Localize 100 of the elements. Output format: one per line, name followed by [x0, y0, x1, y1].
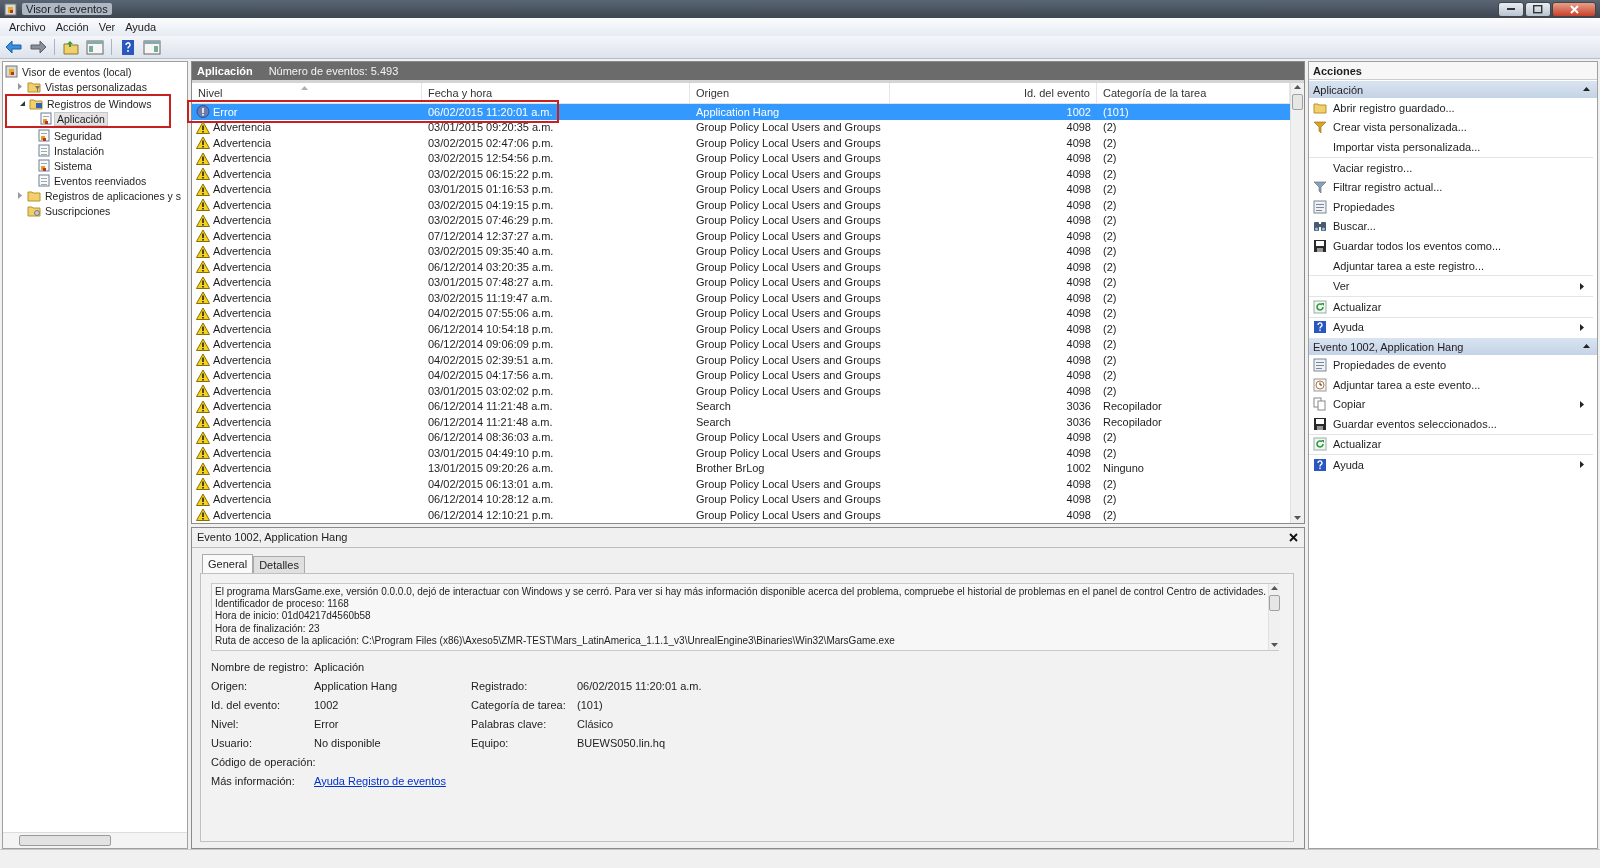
table-row[interactable]: Advertencia 06/12/2014 12:10:21 p.m. Group Policy Local Users and Groups 4098 (2) [192, 507, 1290, 523]
tree-item[interactable]: Aplicación [54, 111, 108, 126]
action-item[interactable]: Guardar eventos seleccionados... [1309, 413, 1593, 434]
table-row[interactable]: Advertencia 06/12/2014 03:20:35 a.m. Group Policy Local Users and Groups 4098 (2) [192, 259, 1290, 275]
table-cell-text: Group Policy Local Users and Groups [695, 276, 882, 289]
table-row[interactable]: Advertencia 06/12/2014 11:21:48 a.m. Search 3036 Recopilador [192, 414, 1290, 430]
help-link[interactable]: Ayuda Registro de eventos [314, 774, 446, 787]
table-row[interactable]: Advertencia 06/12/2014 08:36:03 a.m. Group Policy Local Users and Groups 4098 (2) [192, 429, 1290, 445]
action-item[interactable]: Adjuntar tarea a este evento... [1309, 374, 1593, 395]
action-item[interactable]: Importar vista personalizada... [1309, 137, 1593, 157]
action-item[interactable]: Copiar [1309, 394, 1593, 414]
tree-item[interactable]: Sistema [52, 159, 94, 172]
table-cell: Advertencia [213, 415, 272, 428]
table-row[interactable]: Advertencia 03/01/2015 09:20:35 a.m. Group Policy Local Users and Groups 4098 (2) [192, 119, 1290, 135]
table-row[interactable]: Advertencia 03/02/2015 12:54:56 p.m. Group Policy Local Users and Groups 4098 (2) [192, 150, 1290, 166]
table-cell-text: (2) [1102, 167, 1118, 180]
table-row[interactable]: Advertencia 03/02/2015 02:47:06 p.m. Group Policy Local Users and Groups 4098 (2) [192, 135, 1290, 151]
table-row[interactable]: Advertencia 06/12/2014 10:54:18 p.m. Group Policy Local Users and Groups 4098 (2) [192, 321, 1290, 337]
table-row[interactable]: Advertencia 03/02/2015 04:19:15 p.m. Group Policy Local Users and Groups 4098 (2) [192, 197, 1290, 213]
folder-button[interactable] [61, 38, 81, 56]
tab[interactable]: General [202, 553, 254, 573]
menu-item[interactable]: Ayuda [120, 21, 162, 33]
action-item[interactable]: Buscar... [1309, 216, 1593, 237]
minimize-button[interactable] [1498, 1, 1524, 17]
tree-item[interactable]: Seguridad [52, 129, 104, 142]
close-button[interactable] [1552, 1, 1596, 17]
help-icon [1313, 320, 1327, 335]
table-row[interactable]: Advertencia 04/02/2015 06:13:01 a.m. Group Policy Local Users and Groups 4098 (2) [192, 476, 1290, 492]
menu-item[interactable]: Acción [50, 21, 94, 33]
scrollbar[interactable] [1268, 583, 1281, 650]
table-row[interactable]: Advertencia 06/12/2014 09:06:09 p.m. Group Policy Local Users and Groups 4098 (2) [192, 336, 1290, 352]
log-viewer-icon [4, 2, 17, 16]
tree-item[interactable]: Registros de aplicaciones y s [43, 189, 183, 202]
scroll-thumb[interactable] [1292, 94, 1303, 110]
tree-item[interactable]: Instalación [52, 144, 107, 157]
pane-toggle-button[interactable] [85, 38, 105, 56]
folder-icon [1313, 101, 1327, 115]
table-cell-text: (2) [1102, 431, 1118, 444]
properties-icon [1313, 357, 1327, 372]
action-item[interactable]: Ayuda [1309, 316, 1593, 338]
action-item[interactable]: Guardar todos los eventos como... [1309, 236, 1593, 256]
section-header[interactable]: Evento 1002, Application Hang [1309, 338, 1597, 356]
close-button[interactable] [1287, 531, 1299, 543]
pane-toggle-button[interactable] [142, 38, 162, 56]
action-item[interactable]: Crear vista personalizada... [1309, 117, 1593, 138]
log-icon [38, 129, 50, 142]
column-header[interactable]: Id. del evento [890, 83, 1097, 103]
table-row[interactable]: Advertencia 13/01/2015 09:20:26 a.m. Brother BrLog 1002 Ninguno [192, 460, 1290, 476]
warning-icon [196, 306, 210, 320]
table-row[interactable]: Advertencia 03/01/2015 01:16:53 p.m. Group Policy Local Users and Groups 4098 (2) [192, 181, 1290, 197]
scroll-thumb[interactable] [1269, 594, 1281, 611]
scrollbar[interactable] [3, 832, 187, 848]
menu-item[interactable]: Archivo [4, 21, 51, 33]
table-cell-text: 4098 [1065, 477, 1092, 490]
copy-icon [1313, 397, 1327, 412]
tab[interactable]: Detalles [253, 555, 305, 573]
action-item[interactable]: Ayuda [1309, 454, 1593, 475]
action-item[interactable]: Filtrar registro actual... [1309, 177, 1593, 197]
action-item[interactable]: Abrir registro guardado... [1309, 98, 1593, 118]
warning-icon [196, 229, 210, 243]
forward-button[interactable] [28, 38, 48, 56]
tree-item[interactable]: Vistas personalizadas [43, 80, 149, 93]
back-button[interactable] [4, 38, 24, 56]
table-row[interactable]: Advertencia 03/01/2015 03:02:02 p.m. Group Policy Local Users and Groups 4098 (2) [192, 383, 1290, 399]
table-row[interactable]: Advertencia 03/02/2015 07:46:29 p.m. Group Policy Local Users and Groups 4098 (2) [192, 212, 1290, 228]
tree-item[interactable]: Eventos reenviados [52, 174, 149, 187]
tree-item[interactable]: Suscripciones [43, 204, 113, 217]
tree-item[interactable]: Visor de eventos (local) [20, 65, 134, 78]
refresh-icon [1313, 437, 1327, 452]
table-row[interactable]: Advertencia 03/02/2015 11:19:47 a.m. Group Policy Local Users and Groups 4098 (2) [192, 290, 1290, 306]
maximize-button[interactable] [1525, 1, 1551, 17]
action-item[interactable]: Adjuntar tarea a este registro... [1309, 255, 1593, 276]
scrollbar[interactable] [1290, 83, 1304, 523]
column-header[interactable]: Fecha y hora [422, 83, 690, 103]
action-item[interactable]: Propiedades [1309, 196, 1593, 217]
table-row[interactable]: Advertencia 03/01/2015 04:49:10 p.m. Group Policy Local Users and Groups 4098 (2) [192, 445, 1290, 461]
warning-icon [196, 399, 210, 413]
table-row[interactable]: Advertencia 03/02/2015 06:15:22 p.m. Group Policy Local Users and Groups 4098 (2) [192, 166, 1290, 182]
table-cell-text: 04/02/2015 04:17:56 a.m. [427, 369, 555, 382]
table-row[interactable]: Advertencia 04/02/2015 07:55:06 a.m. Group Policy Local Users and Groups 4098 (2) [192, 305, 1290, 321]
table-cell-text: (2) [1102, 291, 1118, 304]
column-header[interactable]: Nivel [192, 83, 422, 103]
action-item[interactable]: Ver [1309, 275, 1593, 296]
action-item[interactable]: Vaciar registro... [1309, 156, 1593, 178]
table-row[interactable]: Advertencia 07/12/2014 12:37:27 a.m. Group Policy Local Users and Groups 4098 (2) [192, 228, 1290, 244]
field-label: Categoría de tarea: [471, 698, 567, 711]
column-header[interactable]: Origen [690, 83, 890, 103]
table-row[interactable]: Advertencia 06/12/2014 11:21:48 a.m. Search 3036 Recopilador [192, 398, 1290, 414]
tree-item[interactable]: Registros de Windows [45, 97, 154, 110]
table-row[interactable]: Advertencia 03/01/2015 07:48:27 a.m. Group Policy Local Users and Groups 4098 (2) [192, 274, 1290, 290]
table-cell-text: 4098 [1065, 229, 1092, 242]
table-row[interactable]: Advertencia 03/02/2015 09:35:40 a.m. Group Policy Local Users and Groups 4098 (2) [192, 243, 1290, 259]
table-row[interactable]: Advertencia 06/12/2014 10:28:12 a.m. Group Policy Local Users and Groups 4098 (2) [192, 491, 1290, 507]
table-row[interactable]: Advertencia 04/02/2015 04:17:56 a.m. Group Policy Local Users and Groups 4098 (2) [192, 367, 1290, 383]
section-header[interactable]: Aplicación [1309, 81, 1597, 98]
action-item[interactable]: Propiedades de evento [1309, 355, 1593, 375]
menu-item[interactable]: Ver [93, 21, 121, 33]
action-item[interactable]: Actualizar [1309, 295, 1593, 317]
action-item[interactable]: Actualizar [1309, 433, 1593, 455]
table-row[interactable]: Advertencia 04/02/2015 02:39:51 a.m. Group Policy Local Users and Groups 4098 (2) [192, 352, 1290, 368]
